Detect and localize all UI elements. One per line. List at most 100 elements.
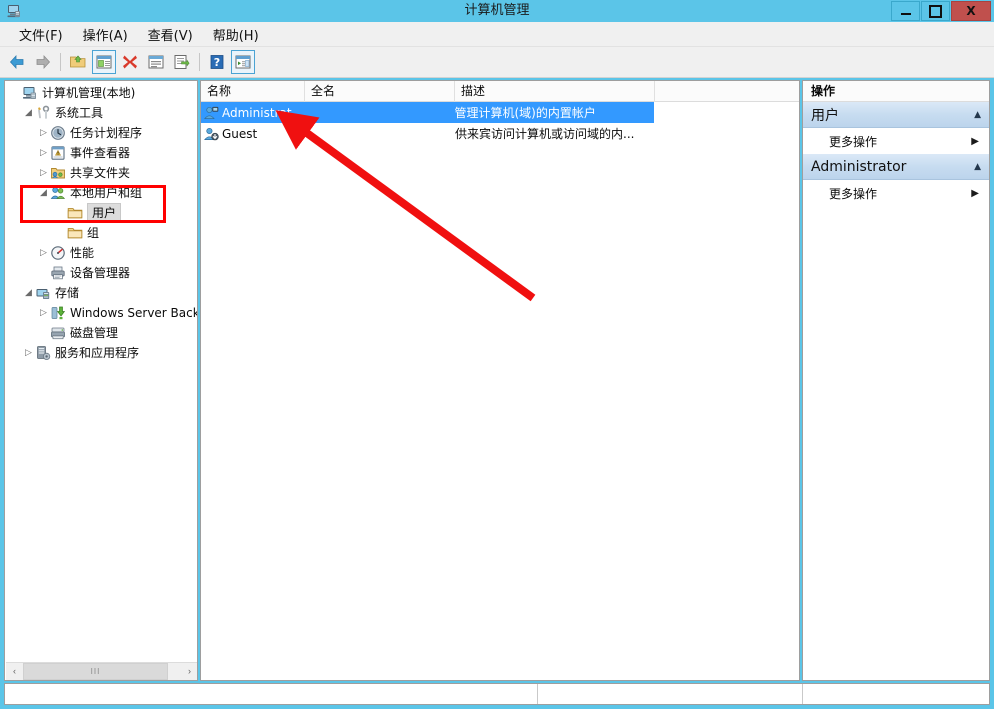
tree-label: 服务和应用程序 [55, 346, 140, 360]
user-guest-icon [203, 126, 219, 142]
scroll-left-button[interactable]: ‹ [6, 662, 23, 680]
forward-icon [36, 54, 51, 70]
minimize-button[interactable] [891, 1, 920, 21]
column-header-name[interactable]: 名称 [201, 81, 305, 102]
close-button[interactable]: X [951, 1, 991, 21]
tree-label: 共享文件夹 [70, 166, 131, 180]
submenu-arrow-icon: ▶ [971, 187, 979, 199]
tree-label: 计算机管理(本地) [42, 86, 136, 100]
window-title: 计算机管理 [464, 3, 530, 18]
tree-label: Windows Server Back [70, 306, 198, 320]
folder-icon [67, 225, 83, 241]
twisty-collapsed-icon[interactable]: ▷ [37, 143, 50, 163]
tree-node-event-viewer[interactable]: ▷ 事件查看器 [5, 143, 197, 163]
chevron-up-icon[interactable]: ▲ [974, 162, 981, 172]
computer-management-window: 计算机管理 X 文件(F) 操作(A) 查看(V) 帮助(H) ? 计算机管理(… [0, 0, 994, 709]
tree-node-local-users-and-groups[interactable]: ◢ 本地用户和组 [5, 183, 197, 203]
windows-server-backup-icon [50, 305, 66, 321]
twisty-collapsed-icon[interactable]: ▷ [22, 343, 35, 363]
status-cell-2 [538, 684, 803, 704]
tree-node-users[interactable]: 用户 [5, 203, 197, 223]
panes-container: 计算机管理(本地) ◢ 系统工具 ▷ 任务计划程序 ▷ 事件查看器 ▷ 共享文件… [4, 80, 990, 681]
tree-label: 用户 [87, 203, 122, 223]
tree-node-task-scheduler[interactable]: ▷ 任务计划程序 [5, 123, 197, 143]
toolbar-export-list-button[interactable] [170, 50, 194, 74]
actions-group-users-header[interactable]: 用户 ▲ [803, 102, 989, 128]
task-scheduler-icon [50, 125, 66, 141]
toolbar-help-button[interactable]: ? [205, 50, 229, 74]
maximize-icon [929, 4, 942, 18]
tree-label: 系统工具 [55, 106, 104, 120]
actions-group-administrator-label: Administrator [811, 158, 907, 175]
actions-group-users-label: 用户 [811, 107, 839, 124]
table-row[interactable]: Guest 供来宾访问计算机或访问域的内... [201, 123, 799, 144]
menu-file[interactable]: 文件(F) [10, 22, 72, 47]
column-header-fullname[interactable]: 全名 [305, 81, 455, 102]
twisty-collapsed-icon[interactable]: ▷ [37, 163, 50, 183]
twisty-collapsed-icon[interactable]: ▷ [37, 303, 50, 323]
toolbar-forward-button[interactable] [31, 50, 55, 74]
twisty-expanded-icon[interactable]: ◢ [37, 183, 50, 203]
tree-node-disk-management[interactable]: 磁盘管理 [5, 323, 197, 343]
back-icon [9, 54, 24, 70]
column-header-filler [655, 81, 799, 102]
menu-help[interactable]: 帮助(H) [204, 22, 268, 47]
twisty-expanded-icon[interactable]: ◢ [22, 103, 35, 123]
toolbar-up-folder-button[interactable] [66, 50, 90, 74]
users-list-pane: 名称 全名 描述 Administrat... 管理计算机(域)的内置帐户 Gu… [200, 80, 800, 681]
maximize-button[interactable] [921, 1, 950, 21]
actions-group-administrator-header[interactable]: Administrator ▲ [803, 154, 989, 180]
tree-label: 本地用户和组 [70, 186, 143, 200]
scroll-right-button[interactable]: › [181, 662, 197, 680]
more-actions-administrator-label: 更多操作 [829, 186, 878, 201]
toolbar-delete-button[interactable] [118, 50, 142, 74]
toolbar-separator-1 [60, 53, 61, 71]
twisty-expanded-icon[interactable]: ◢ [22, 283, 35, 303]
tree-label: 任务计划程序 [70, 126, 143, 140]
tree-node-shared-folders[interactable]: ▷ 共享文件夹 [5, 163, 197, 183]
tree-node-windows-server-backup[interactable]: ▷ Windows Server Back [5, 303, 197, 323]
cell-name-text: Administrat... [222, 105, 303, 120]
cell-name: Administrat... [201, 105, 305, 121]
tree-horizontal-scrollbar[interactable]: ‹ III › [6, 662, 197, 680]
performance-icon [50, 245, 66, 261]
actions-pane: 操作 用户 ▲ 更多操作 ▶ Administrator ▲ 更多操作 ▶ [802, 80, 990, 681]
show-hide-console-tree-icon [96, 55, 112, 69]
table-row[interactable]: Administrat... 管理计算机(域)的内置帐户 [201, 102, 654, 123]
tree-node-device-manager[interactable]: 设备管理器 [5, 263, 197, 283]
list-rows: Administrat... 管理计算机(域)的内置帐户 Guest 供来宾访问… [201, 102, 799, 144]
twisty-collapsed-icon[interactable]: ▷ [37, 243, 50, 263]
window-controls: X [890, 1, 991, 21]
toolbar-show-console-tree-button[interactable] [92, 50, 116, 74]
column-header-description[interactable]: 描述 [455, 81, 655, 102]
tree-node-services-and-applications[interactable]: ▷ 服务和应用程序 [5, 343, 197, 363]
toolbar-show-action-pane-button[interactable] [231, 50, 255, 74]
tree-label: 性能 [70, 246, 95, 260]
properties-icon [148, 55, 164, 69]
tree-node-storage[interactable]: ◢ 存储 [5, 283, 197, 303]
scroll-track[interactable]: III [23, 662, 181, 680]
system-tools-icon [35, 105, 51, 121]
folder-icon [67, 205, 83, 221]
delete-icon [123, 55, 137, 69]
tree-node-computer-management[interactable]: 计算机管理(本地) [5, 83, 197, 103]
more-actions-administrator[interactable]: 更多操作 ▶ [803, 180, 989, 206]
scroll-thumb[interactable]: III [23, 662, 168, 680]
menu-bar: 文件(F) 操作(A) 查看(V) 帮助(H) [0, 22, 994, 47]
console-tree: 计算机管理(本地) ◢ 系统工具 ▷ 任务计划程序 ▷ 事件查看器 ▷ 共享文件… [5, 83, 197, 363]
menu-action[interactable]: 操作(A) [74, 22, 137, 47]
cell-name-text: Guest [222, 126, 258, 141]
show-hide-action-pane-icon [235, 55, 251, 69]
tree-node-system-tools[interactable]: ◢ 系统工具 [5, 103, 197, 123]
toolbar-back-button[interactable] [5, 50, 29, 74]
twisty-collapsed-icon[interactable]: ▷ [37, 123, 50, 143]
chevron-up-icon[interactable]: ▲ [974, 110, 981, 120]
tree-label: 事件查看器 [70, 146, 131, 160]
menu-view[interactable]: 查看(V) [139, 22, 202, 47]
toolbar-properties-button[interactable] [144, 50, 168, 74]
tree-node-performance[interactable]: ▷ 性能 [5, 243, 197, 263]
more-actions-users[interactable]: 更多操作 ▶ [803, 128, 989, 154]
tree-node-groups[interactable]: 组 [5, 223, 197, 243]
up-folder-icon [70, 55, 86, 68]
status-bar [4, 683, 990, 705]
